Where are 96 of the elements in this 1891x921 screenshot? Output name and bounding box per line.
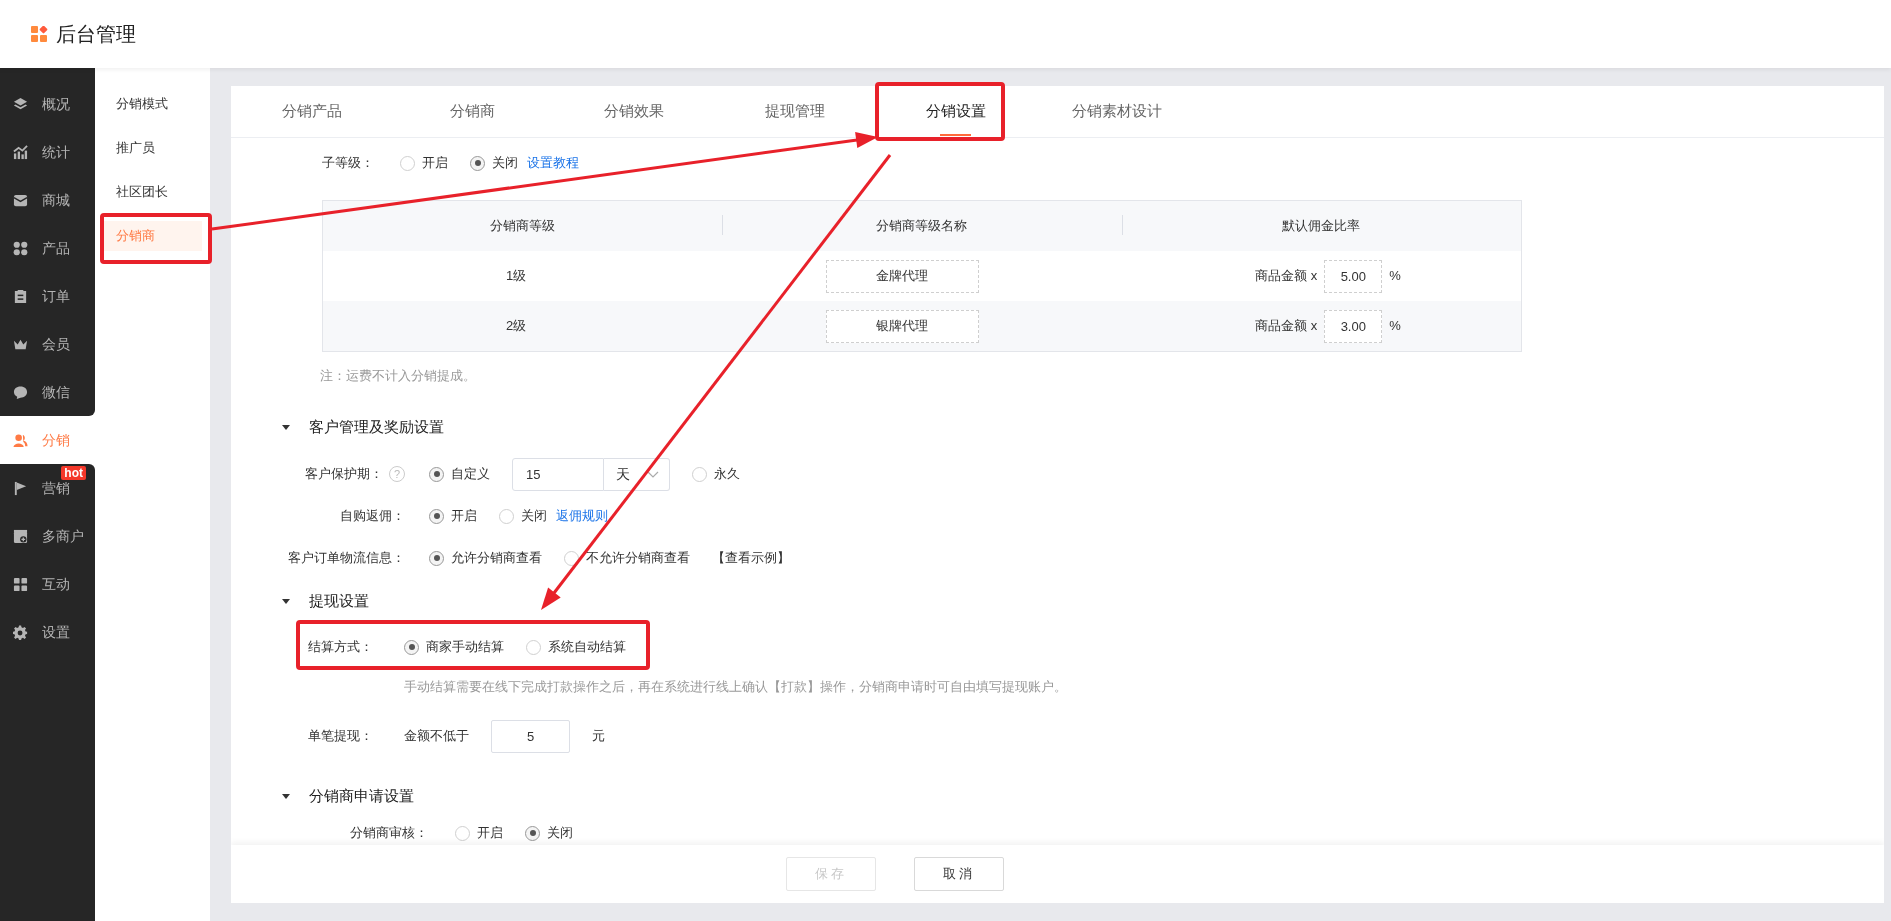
- app-title: 后台管理: [56, 22, 136, 47]
- section-title: 提现设置: [309, 590, 369, 611]
- radio-option[interactable]: 开启: [455, 823, 503, 843]
- field-text: %: [1389, 317, 1401, 336]
- name-field[interactable]: 金牌代理: [825, 259, 979, 293]
- section-title: 客户管理及奖励设置: [309, 416, 444, 437]
- column-header: 默认佣金比率: [1282, 217, 1361, 236]
- nav-item[interactable]: 会员: [0, 320, 95, 368]
- tab[interactable]: 分销产品: [231, 86, 392, 137]
- envelope-icon: [13, 192, 28, 208]
- field-label: 客户订单物流信息：: [288, 549, 405, 568]
- tab[interactable]: 分销效果: [553, 86, 714, 137]
- radio-option[interactable]: 商家手动结算: [404, 637, 504, 657]
- radio-checked-icon[interactable]: [429, 508, 444, 524]
- chevron-down-icon: [647, 470, 659, 478]
- field-label: 分销商审核：: [350, 824, 428, 843]
- tab[interactable]: 分销商: [392, 86, 553, 137]
- link[interactable]: 设置教程: [527, 153, 579, 173]
- radio-option[interactable]: 关闭: [499, 506, 547, 526]
- radio-option[interactable]: 开启: [400, 153, 448, 173]
- field-text: %: [1389, 267, 1401, 286]
- radio-option[interactable]: 不允许分销商查看: [564, 548, 690, 568]
- section-title: 分销商申请设置: [309, 785, 414, 806]
- hint-text: 手动结算需要在线下完成打款操作之后，再在系统进行线上确认【打款】操作，分销商申请时可自由填写提现账户。: [404, 678, 1068, 697]
- nav-item[interactable]: 多商户: [0, 512, 95, 560]
- nav-item[interactable]: 设置: [0, 608, 95, 656]
- nav-item[interactable]: hot 营销: [0, 464, 95, 512]
- field-text: 商品金额 x: [1255, 267, 1318, 286]
- radio-option[interactable]: 关闭: [525, 823, 573, 843]
- column-header: 分销商等级名称: [876, 217, 968, 236]
- radio-unchecked-icon[interactable]: [499, 508, 514, 524]
- tab[interactable]: 提现管理: [714, 86, 875, 137]
- radio-checked-icon[interactable]: [525, 825, 540, 841]
- link[interactable]: 返佣规则: [556, 506, 608, 526]
- field-label: 结算方式：: [308, 638, 373, 657]
- store-icon: [13, 528, 28, 544]
- nav-item[interactable]: 统计: [0, 128, 95, 176]
- name-field[interactable]: 银牌代理: [825, 309, 979, 343]
- hot-badge: hot: [61, 466, 86, 480]
- radio-option[interactable]: 允许分销商查看: [429, 548, 542, 568]
- nav-item[interactable]: 产品: [0, 224, 95, 272]
- radio-unchecked-icon[interactable]: [455, 825, 470, 841]
- nav-item[interactable]: 订单: [0, 272, 95, 320]
- radio-checked-icon[interactable]: [429, 550, 444, 566]
- radio-unchecked-icon[interactable]: [400, 155, 415, 171]
- tab[interactable]: 分销设置: [875, 86, 1036, 137]
- flag-icon: [13, 480, 28, 496]
- layers-icon: [13, 96, 28, 112]
- nav-item[interactable]: 互动: [0, 560, 95, 608]
- tab[interactable]: 分销素材设计: [1036, 86, 1197, 137]
- clipboard-icon: [13, 288, 28, 304]
- link[interactable]: 【查看示例】: [712, 548, 790, 568]
- users-icon: [13, 432, 28, 448]
- radio-option[interactable]: 永久: [692, 464, 740, 484]
- submenu-item[interactable]: 分销模式: [103, 89, 202, 119]
- caret-down-icon[interactable]: [282, 424, 290, 430]
- gear-icon: [13, 624, 28, 640]
- column-header: 分销商等级: [490, 217, 556, 236]
- radio-option[interactable]: 自定义: [429, 464, 490, 484]
- blocks-icon: [13, 576, 28, 592]
- rate-field[interactable]: 5.00: [1324, 259, 1383, 293]
- field-label: 客户保护期：: [305, 465, 383, 484]
- radio-option[interactable]: 关闭: [470, 153, 518, 173]
- logo-icon: [31, 25, 48, 43]
- nav-item[interactable]: 微信: [0, 368, 95, 416]
- footer-button[interactable]: 取消: [914, 857, 1004, 891]
- note-text: 注：运费不计入分销提成。: [320, 367, 477, 386]
- caret-down-icon[interactable]: [282, 793, 290, 799]
- field-label: 单笔提现：: [308, 727, 373, 746]
- radio-checked-icon[interactable]: [404, 639, 419, 655]
- rate-field[interactable]: 3.00: [1324, 309, 1383, 343]
- nav-item[interactable]: 商城: [0, 176, 95, 224]
- input-field[interactable]: 15: [512, 457, 604, 491]
- radio-unchecked-icon[interactable]: [564, 550, 579, 566]
- radio-unchecked-icon[interactable]: [526, 639, 541, 655]
- field-text: 商品金额 x: [1255, 317, 1318, 336]
- grid-icon: [13, 240, 28, 256]
- table-cell-text: 2级: [505, 317, 527, 336]
- radio-checked-icon[interactable]: [470, 155, 485, 171]
- unit-select[interactable]: 天: [604, 457, 670, 491]
- radio-unchecked-icon[interactable]: [692, 466, 707, 482]
- table-cell-text: 1级: [505, 267, 527, 286]
- caret-down-icon[interactable]: [282, 598, 290, 604]
- field-label: 子等级：: [322, 154, 375, 173]
- submenu-item[interactable]: 社区团长: [103, 177, 202, 207]
- field-text: 金额不低于: [404, 727, 469, 746]
- nav-item[interactable]: 概况: [0, 80, 95, 128]
- radio-option[interactable]: 开启: [429, 506, 477, 526]
- field-label: 自购返佣：: [340, 507, 405, 526]
- submenu-item[interactable]: 推广员: [103, 133, 202, 163]
- radio-checked-icon[interactable]: [429, 466, 444, 482]
- chat-bubble-icon: [13, 384, 28, 400]
- radio-option[interactable]: 系统自动结算: [526, 637, 626, 657]
- input-field[interactable]: 5: [491, 719, 570, 753]
- field-text: 元: [592, 727, 605, 746]
- chart-icon: [13, 144, 28, 160]
